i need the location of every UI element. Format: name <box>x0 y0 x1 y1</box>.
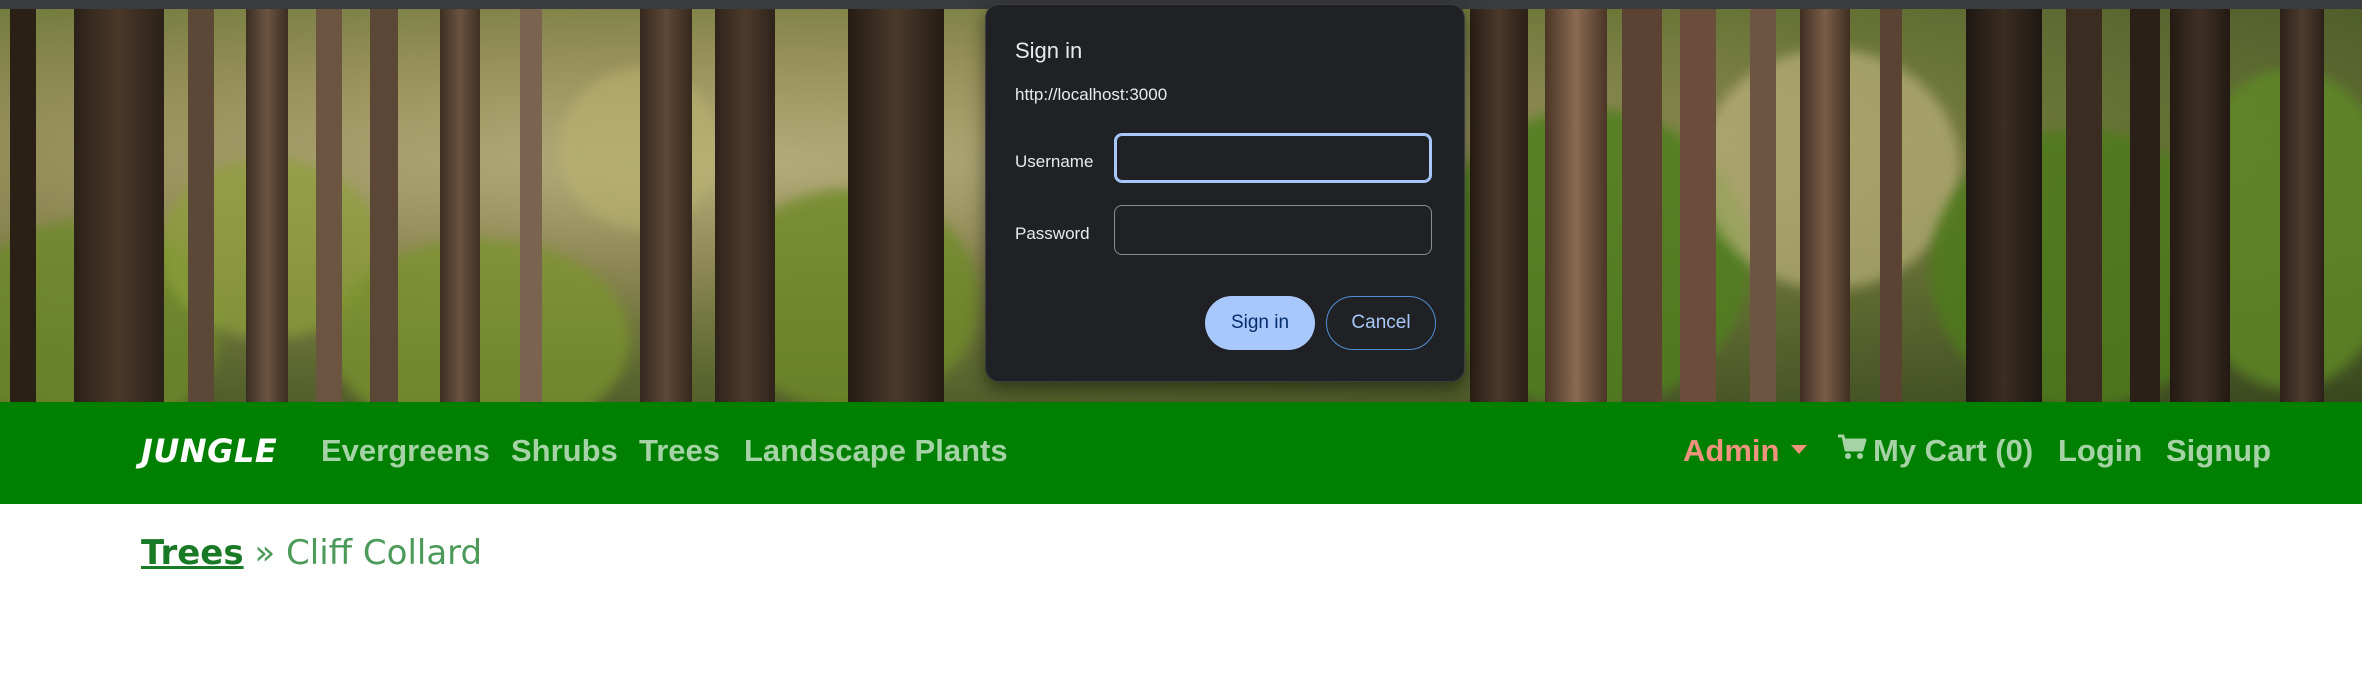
nav-link-trees[interactable]: Trees <box>639 433 720 469</box>
nav-link-landscape-plants[interactable]: Landscape Plants <box>744 433 1008 469</box>
username-label: Username <box>1015 152 1094 171</box>
main-navbar: JUNGLE Evergreens Shrubs Trees Landscape… <box>0 402 2362 504</box>
sign-in-dialog: Sign in http://localhost:3000 Username P… <box>985 4 1465 382</box>
cart-label: My Cart (0) <box>1873 433 2034 468</box>
breadcrumb: Trees » Cliff Collard <box>141 533 482 573</box>
breadcrumb-parent-link[interactable]: Trees <box>141 533 244 573</box>
username-input[interactable] <box>1114 133 1432 183</box>
breadcrumb-separator: » <box>254 533 276 573</box>
dialog-title: Sign in <box>1015 38 1083 63</box>
cart-link[interactable]: My Cart (0) <box>1837 433 2033 471</box>
password-label: Password <box>1015 224 1090 243</box>
admin-label: Admin <box>1683 433 1780 468</box>
dialog-origin: http://localhost:3000 <box>1015 85 1168 104</box>
cancel-button[interactable]: Cancel <box>1326 296 1436 350</box>
shopping-cart-icon <box>1837 432 1867 468</box>
brand-logo[interactable]: JUNGLE <box>141 432 277 470</box>
nav-link-shrubs[interactable]: Shrubs <box>511 433 618 469</box>
sign-in-button[interactable]: Sign in <box>1205 296 1315 350</box>
nav-link-evergreens[interactable]: Evergreens <box>321 433 490 469</box>
signup-link[interactable]: Signup <box>2166 433 2271 469</box>
login-link[interactable]: Login <box>2058 433 2142 469</box>
admin-dropdown[interactable]: Admin <box>1683 433 1808 469</box>
breadcrumb-current: Cliff Collard <box>286 533 483 573</box>
password-input[interactable] <box>1114 205 1432 255</box>
caret-down-icon <box>1791 445 1808 455</box>
